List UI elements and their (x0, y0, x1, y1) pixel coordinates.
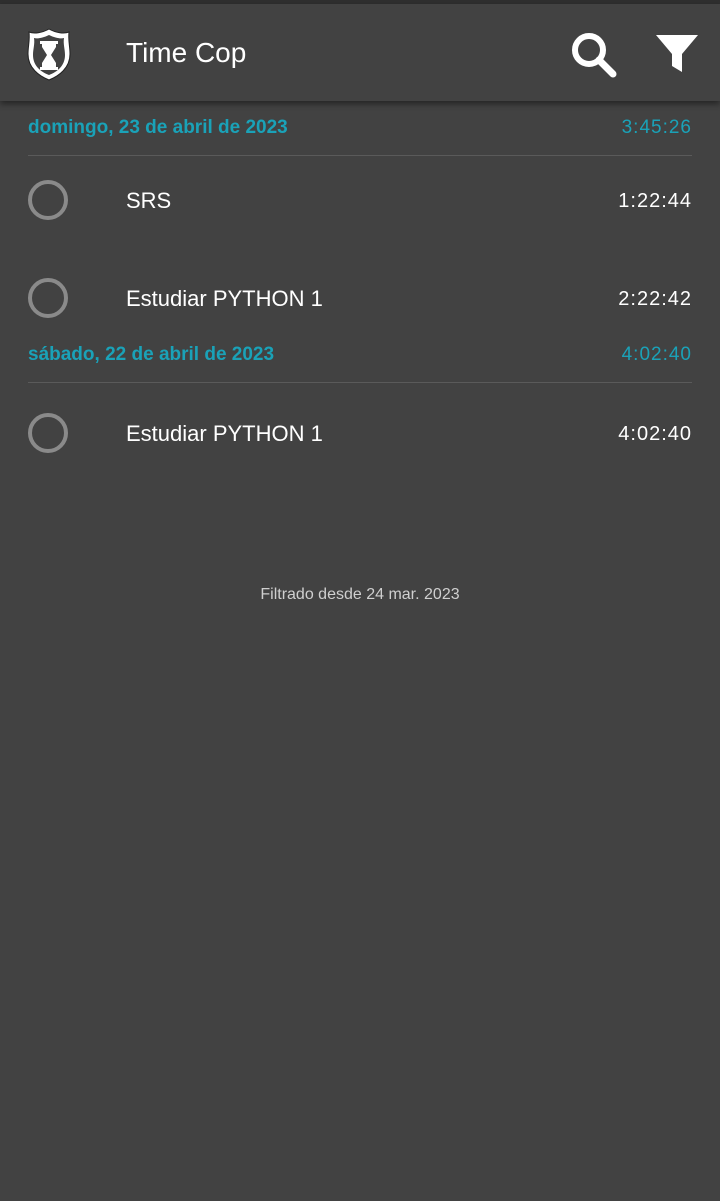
app-bar: Time Cop (0, 4, 720, 101)
timer-row[interactable]: Estudiar PYTHON 1 4:02:40 (0, 411, 720, 509)
day-header: sábado, 22 de abril de 2023 4:02:40 (28, 328, 692, 383)
filter-button[interactable] (653, 30, 701, 78)
day-total: 4:02:40 (621, 344, 692, 365)
day-total: 3:45:26 (621, 117, 692, 138)
timer-name: Estudiar PYTHON 1 (126, 421, 323, 446)
day-date: sábado, 22 de abril de 2023 (28, 344, 275, 365)
search-button[interactable] (569, 30, 617, 78)
timer-list: domingo, 23 de abril de 2023 3:45:26 SRS… (0, 101, 720, 555)
shield-hourglass-icon (27, 28, 71, 81)
app-title: Time Cop (126, 37, 247, 68)
timer-name: Estudiar PYTHON 1 (126, 286, 323, 311)
filter-icon (656, 35, 698, 72)
timer-duration: 4:02:40 (618, 423, 692, 445)
timer-row[interactable]: SRS 1:22:44 (0, 178, 720, 276)
timer-circle-icon (28, 278, 68, 318)
timer-duration: 2:22:42 (618, 288, 692, 310)
timer-duration: 1:22:44 (618, 190, 692, 212)
day-header: domingo, 23 de abril de 2023 3:45:26 (28, 101, 692, 156)
timer-name: SRS (126, 188, 172, 213)
timer-circle-icon (28, 413, 68, 453)
search-icon (572, 33, 617, 78)
day-date: domingo, 23 de abril de 2023 (28, 117, 288, 138)
filter-note: Filtrado desde 24 mar. 2023 (260, 586, 460, 603)
timer-circle-icon (28, 180, 68, 220)
